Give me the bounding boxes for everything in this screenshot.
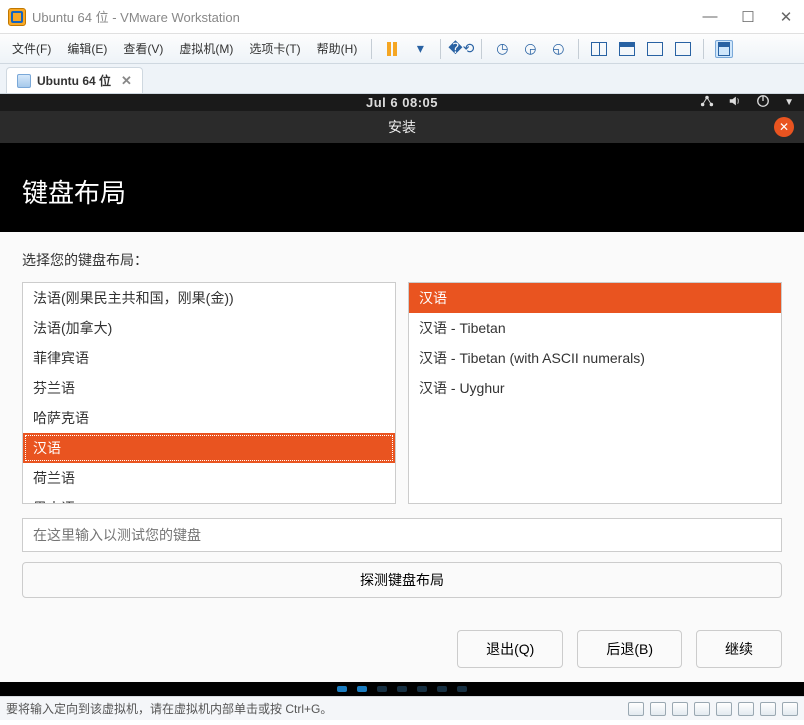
dropdown-icon[interactable]: ▾ bbox=[411, 40, 429, 58]
separator bbox=[440, 39, 441, 59]
snapshot-icon[interactable]: ◷ bbox=[493, 40, 511, 58]
network-icon[interactable] bbox=[700, 94, 714, 111]
list-item[interactable]: 荷兰语 bbox=[23, 463, 395, 493]
menu-view[interactable]: 查看(V) bbox=[117, 37, 169, 60]
installer-window-title: 安装 bbox=[388, 117, 416, 137]
layout-single-icon[interactable] bbox=[618, 40, 636, 58]
send-ctrl-alt-del-icon[interactable]: �⟲ bbox=[452, 40, 470, 58]
installer-close-button[interactable]: ✕ bbox=[774, 117, 794, 137]
separator bbox=[481, 39, 482, 59]
variant-list[interactable]: 汉语汉语 - Tibetan汉语 - Tibetan (with ASCII n… bbox=[408, 282, 782, 504]
separator bbox=[371, 39, 372, 59]
vm-tab-label: Ubuntu 64 位 bbox=[37, 72, 111, 89]
close-button[interactable]: ✕ bbox=[776, 8, 796, 26]
snapshot-revert-icon[interactable]: ◶ bbox=[521, 40, 539, 58]
device-printer-icon[interactable] bbox=[738, 702, 754, 716]
volume-icon[interactable] bbox=[728, 94, 742, 111]
progress-dot bbox=[417, 686, 427, 692]
installer-prompt: 选择您的键盘布局： bbox=[22, 250, 782, 270]
maximize-button[interactable]: ☐ bbox=[738, 8, 758, 26]
back-button[interactable]: 后退(B) bbox=[577, 630, 682, 668]
vm-tab-ubuntu[interactable]: Ubuntu 64 位 ✕ bbox=[6, 67, 143, 93]
vm-tab-icon bbox=[17, 74, 31, 88]
list-item[interactable]: 菲律宾语 bbox=[23, 343, 395, 373]
list-item[interactable]: 汉语 bbox=[23, 433, 395, 463]
device-hdd-icon[interactable] bbox=[628, 702, 644, 716]
ubuntu-installer: 安装 ✕ 键盘布局 选择您的键盘布局： 法语(刚果民主共和国，刚果(金))法语(… bbox=[0, 111, 804, 682]
device-sound-icon[interactable] bbox=[716, 702, 732, 716]
menu-edit[interactable]: 编辑(E) bbox=[61, 37, 113, 60]
quit-button[interactable]: 退出(Q) bbox=[457, 630, 563, 668]
list-item[interactable]: 汉语 - Uyghur bbox=[409, 373, 781, 403]
device-network-icon[interactable] bbox=[672, 702, 688, 716]
installer-progress-dots bbox=[0, 682, 804, 696]
list-item[interactable]: 汉语 bbox=[409, 283, 781, 313]
vmware-statusbar: 要将输入定向到该虚拟机，请在虚拟机内部单击或按 Ctrl+G。 bbox=[0, 696, 804, 720]
menu-file[interactable]: 文件(F) bbox=[6, 37, 57, 60]
power-icon[interactable] bbox=[756, 94, 770, 111]
vmware-titlebar: Ubuntu 64 位 - VMware Workstation — ☐ ✕ bbox=[0, 0, 804, 34]
vmware-logo-icon bbox=[8, 8, 26, 26]
continue-button[interactable]: 继续 bbox=[696, 630, 782, 668]
separator bbox=[703, 39, 704, 59]
menu-vm[interactable]: 虚拟机(M) bbox=[173, 37, 239, 60]
menu-help[interactable]: 帮助(H) bbox=[311, 37, 364, 60]
installer-titlebar: 安装 ✕ bbox=[0, 111, 804, 143]
keyboard-layout-lists: 法语(刚果民主共和国，刚果(金))法语(加拿大)菲律宾语芬兰语哈萨克语汉语荷兰语… bbox=[22, 282, 782, 504]
separator bbox=[578, 39, 579, 59]
detect-keyboard-button[interactable]: 探测键盘布局 bbox=[22, 562, 782, 598]
tab-close-button[interactable]: ✕ bbox=[121, 73, 132, 89]
list-item[interactable]: 汉语 - Tibetan bbox=[409, 313, 781, 343]
list-item[interactable]: 汉语 - Tibetan (with ASCII numerals) bbox=[409, 343, 781, 373]
vmware-menubar: 文件(F) 编辑(E) 查看(V) 虚拟机(M) 选项卡(T) 帮助(H) ▾ … bbox=[0, 34, 804, 64]
layout-split-icon[interactable] bbox=[590, 40, 608, 58]
progress-dot bbox=[377, 686, 387, 692]
progress-dot bbox=[437, 686, 447, 692]
ubuntu-system-tray[interactable]: ▼ bbox=[700, 94, 794, 111]
guest-display: Jul 6 08:05 ▼ 安装 ✕ 键盘布局 选择您的键盘布局： 法语( bbox=[0, 94, 804, 696]
ubuntu-topbar: Jul 6 08:05 ▼ bbox=[0, 94, 804, 111]
list-item[interactable]: 法语(加拿大) bbox=[23, 313, 395, 343]
vmware-tab-bar: Ubuntu 64 位 ✕ bbox=[0, 64, 804, 94]
keyboard-test-input[interactable] bbox=[22, 518, 782, 552]
installer-body: 选择您的键盘布局： 法语(刚果民主共和国，刚果(金))法语(加拿大)菲律宾语芬兰… bbox=[0, 232, 804, 616]
snapshot-manager-icon[interactable]: ◵ bbox=[549, 40, 567, 58]
menu-tabs[interactable]: 选项卡(T) bbox=[243, 37, 306, 60]
list-item[interactable]: 法语(刚果民主共和国，刚果(金)) bbox=[23, 283, 395, 313]
vm-device-icons bbox=[628, 702, 798, 716]
window-controls: — ☐ ✕ bbox=[700, 8, 796, 26]
installer-header: 键盘布局 bbox=[0, 143, 804, 232]
installer-footer: 退出(Q) 后退(B) 继续 bbox=[0, 616, 804, 682]
status-text: 要将输入定向到该虚拟机，请在虚拟机内部单击或按 Ctrl+G。 bbox=[6, 700, 628, 717]
vmware-window-title: Ubuntu 64 位 - VMware Workstation bbox=[32, 7, 700, 26]
fullscreen-icon[interactable] bbox=[674, 40, 692, 58]
list-item[interactable]: 黑山语 bbox=[23, 493, 395, 504]
list-item[interactable]: 哈萨克语 bbox=[23, 403, 395, 433]
list-item[interactable]: 芬兰语 bbox=[23, 373, 395, 403]
minimize-button[interactable]: — bbox=[700, 8, 720, 26]
device-cd-icon[interactable] bbox=[650, 702, 666, 716]
progress-dot bbox=[457, 686, 467, 692]
progress-dot bbox=[357, 686, 367, 692]
device-usb-icon[interactable] bbox=[694, 702, 710, 716]
installer-heading: 键盘布局 bbox=[22, 173, 782, 210]
progress-dot bbox=[397, 686, 407, 692]
chevron-down-icon[interactable]: ▼ bbox=[784, 97, 794, 108]
device-display-icon[interactable] bbox=[760, 702, 776, 716]
ubuntu-clock[interactable]: Jul 6 08:05 bbox=[366, 95, 438, 110]
console-view-icon[interactable] bbox=[715, 40, 733, 58]
unity-icon[interactable] bbox=[646, 40, 664, 58]
pause-button[interactable] bbox=[383, 40, 401, 58]
progress-dot bbox=[337, 686, 347, 692]
language-list[interactable]: 法语(刚果民主共和国，刚果(金))法语(加拿大)菲律宾语芬兰语哈萨克语汉语荷兰语… bbox=[22, 282, 396, 504]
device-message-icon[interactable] bbox=[782, 702, 798, 716]
